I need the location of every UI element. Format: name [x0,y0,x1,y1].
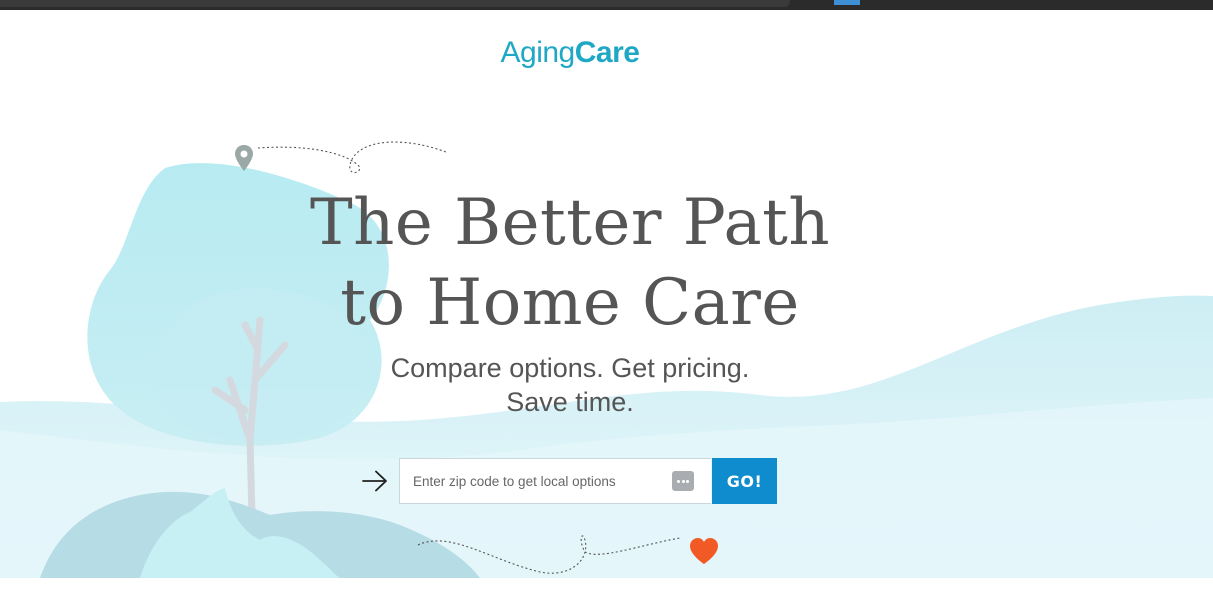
headline-line-1: The Better Path [309,186,831,260]
subhead-line-2: Save time. [506,387,634,417]
headline-line-2: to Home Care [340,266,800,340]
subhead-line-1: Compare options. Get pricing. [390,353,750,383]
logo-text-aging: Aging [500,36,576,69]
zip-code-input[interactable] [399,458,711,504]
dotted-path-top [257,141,447,174]
go-button[interactable]: GO! [712,458,777,504]
map-pin-icon [235,145,253,171]
logo-text-care: Care [574,36,640,69]
autofill-icon[interactable] [672,471,694,491]
heart-icon [690,538,718,564]
hero-headline: The Better Path to Home Care [270,183,870,343]
hero-subheading: Compare options. Get pricing. Save time. [270,351,870,419]
arrow-right-icon [362,470,387,492]
site-logo[interactable]: AgingCare [0,36,1140,70]
